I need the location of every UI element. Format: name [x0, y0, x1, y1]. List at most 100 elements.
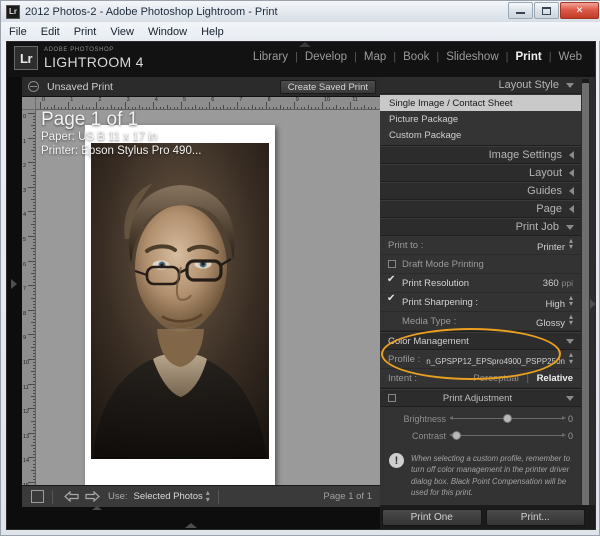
- previous-page-icon[interactable]: [64, 491, 79, 502]
- use-source-stepper-icon[interactable]: ▴▾: [206, 490, 210, 503]
- top-panel-collapse-toggle[interactable]: [299, 42, 311, 47]
- page-setup-toggle[interactable]: [31, 490, 44, 503]
- print-to-label: Print to :: [388, 240, 423, 251]
- menu-edit[interactable]: Edit: [41, 26, 60, 38]
- menu-print[interactable]: Print: [74, 26, 97, 38]
- right-panel-collapse-icon[interactable]: [590, 299, 596, 309]
- panel-header-color-management[interactable]: Color Management: [380, 332, 581, 350]
- print-sharpening-checkbox[interactable]: [388, 298, 396, 306]
- profile-stepper-icon[interactable]: ▴▾: [569, 352, 573, 366]
- chevron-left-icon[interactable]: [569, 187, 574, 195]
- row-brightness[interactable]: Brightness 0: [380, 410, 581, 427]
- filmstrip-collapsed[interactable]: [7, 507, 380, 530]
- row-contrast[interactable]: Contrast 0: [380, 427, 581, 444]
- print-sharpening-value[interactable]: High▴▾: [545, 295, 573, 310]
- panel-header-layout[interactable]: Layout: [380, 164, 581, 182]
- intent-perceptual-option[interactable]: Perceptual: [473, 373, 518, 384]
- print-adjustment-title: Print Adjustment: [443, 393, 512, 404]
- right-panel: Layout Style Single Image / Contact Shee…: [380, 77, 596, 530]
- identity-subtitle: ADOBE PHOTOSHOP: [44, 47, 144, 53]
- module-print[interactable]: Print: [508, 51, 548, 63]
- os-window: Lr 2012 Photos-2 - Adobe Photoshop Light…: [0, 0, 600, 536]
- module-map[interactable]: Map: [357, 51, 393, 63]
- menu-window[interactable]: Window: [148, 26, 187, 38]
- brightness-slider-knob[interactable]: [503, 414, 512, 423]
- row-media-type[interactable]: Media Type : Glossy▴▾: [380, 312, 581, 331]
- print-to-stepper-icon[interactable]: ▴▾: [569, 238, 573, 252]
- minimize-button[interactable]: [508, 2, 533, 19]
- horizontal-ruler: 01234567891011: [36, 97, 380, 110]
- print-resolution-value[interactable]: 360ppi: [543, 278, 573, 289]
- identity-plate[interactable]: Lr ADOBE PHOTOSHOP LIGHTROOM 4: [14, 46, 144, 70]
- contrast-slider-knob[interactable]: [452, 431, 461, 440]
- print-to-value[interactable]: Printer▴▾: [537, 238, 573, 253]
- layout-style-option-single-image[interactable]: Single Image / Contact Sheet: [380, 95, 581, 111]
- chevron-left-icon[interactable]: [569, 169, 574, 177]
- print-template-icon: [28, 81, 39, 92]
- print-buttons-collapse-icon[interactable]: [92, 506, 102, 510]
- window-titlebar: Lr 2012 Photos-2 - Adobe Photoshop Light…: [1, 1, 600, 22]
- module-develop[interactable]: Develop: [298, 51, 354, 63]
- panel-header-layout-style[interactable]: Layout Style: [380, 77, 581, 94]
- layout-style-option-custom-package[interactable]: Custom Package: [380, 127, 581, 143]
- toolbar-page-indicator: Page 1 of 1: [323, 491, 372, 502]
- panel-header-guides[interactable]: Guides: [380, 182, 581, 200]
- print-one-button[interactable]: Print One: [382, 509, 482, 526]
- row-print-resolution[interactable]: Print Resolution 360ppi: [380, 274, 581, 293]
- color-management-title: Color Management: [388, 336, 469, 347]
- media-type-value[interactable]: Glossy▴▾: [536, 314, 573, 329]
- contrast-slider[interactable]: [452, 435, 563, 436]
- create-saved-print-button[interactable]: Create Saved Print: [280, 80, 376, 94]
- panel-header-print-adjustment[interactable]: Print Adjustment: [380, 389, 581, 407]
- panel-header-page[interactable]: Page: [380, 200, 581, 218]
- module-web[interactable]: Web: [552, 51, 589, 63]
- media-type-stepper-icon[interactable]: ▴▾: [569, 314, 573, 328]
- print-button[interactable]: Print...: [486, 509, 586, 526]
- menu-help[interactable]: Help: [201, 26, 224, 38]
- brightness-slider[interactable]: [452, 418, 563, 419]
- print-preview-canvas[interactable]: Page 1 of 1 Paper: US B 11 x 17 in Print…: [36, 110, 380, 530]
- print-sharpening-stepper-icon[interactable]: ▴▾: [569, 295, 573, 309]
- close-button[interactable]: ✕: [560, 2, 599, 19]
- row-draft-mode[interactable]: Draft Mode Printing: [380, 255, 581, 274]
- row-intent[interactable]: Intent : Perceptual | Relative: [380, 369, 581, 388]
- row-print-sharpening[interactable]: Print Sharpening : High▴▾: [380, 293, 581, 312]
- minimize-icon: [516, 12, 525, 14]
- right-panel-scrollbar-thumb[interactable]: [582, 83, 589, 513]
- photo-cell[interactable]: [91, 143, 269, 459]
- panel-header-print-job[interactable]: Print Job: [380, 218, 581, 236]
- intent-value: Perceptual | Relative: [473, 373, 573, 384]
- next-page-icon[interactable]: [85, 491, 100, 502]
- module-book[interactable]: Book: [396, 51, 436, 63]
- filmstrip-expand-icon[interactable]: [185, 523, 197, 528]
- chevron-down-icon[interactable]: [566, 396, 574, 401]
- menu-file[interactable]: File: [9, 26, 27, 38]
- chevron-down-icon[interactable]: [566, 225, 574, 230]
- row-print-to[interactable]: Print to : Printer▴▾: [380, 236, 581, 255]
- module-slideshow[interactable]: Slideshow: [439, 51, 505, 63]
- draft-mode-checkbox[interactable]: [388, 260, 396, 268]
- chevron-down-icon[interactable]: [566, 83, 574, 88]
- left-panel-expand-icon[interactable]: [11, 279, 17, 289]
- chevron-down-icon[interactable]: [566, 339, 574, 344]
- module-library[interactable]: Library: [246, 51, 295, 63]
- use-source-dropdown[interactable]: Selected Photos: [134, 491, 203, 502]
- layout-style-option-picture-package[interactable]: Picture Package: [380, 111, 581, 127]
- chevron-left-icon[interactable]: [569, 151, 574, 159]
- menu-view[interactable]: View: [110, 26, 134, 38]
- color-management-note: ! When selecting a custom profile, remem…: [380, 444, 581, 509]
- right-panel-scrollbar[interactable]: [582, 79, 589, 529]
- page-paper[interactable]: [85, 125, 275, 485]
- print-adjustment-checkbox[interactable]: [388, 394, 396, 402]
- panel-header-image-settings[interactable]: Image Settings: [380, 146, 581, 164]
- left-panel-collapsed[interactable]: [7, 77, 22, 530]
- intent-relative-option[interactable]: Relative: [537, 373, 573, 384]
- print-resolution-checkbox[interactable]: [388, 279, 396, 287]
- profile-value[interactable]: n_GPSPP12_EPSpro4900_PSPP250n▴▾: [426, 352, 573, 366]
- chevron-left-icon[interactable]: [569, 205, 574, 213]
- color-management-body: Profile : n_GPSPP12_EPSpro4900_PSPP250n▴…: [380, 350, 581, 389]
- row-profile[interactable]: Profile : n_GPSPP12_EPSpro4900_PSPP250n▴…: [380, 350, 581, 369]
- maximize-button[interactable]: [534, 2, 559, 19]
- portrait-photo: [91, 143, 269, 459]
- identity-title: LIGHTROOM 4: [44, 55, 144, 69]
